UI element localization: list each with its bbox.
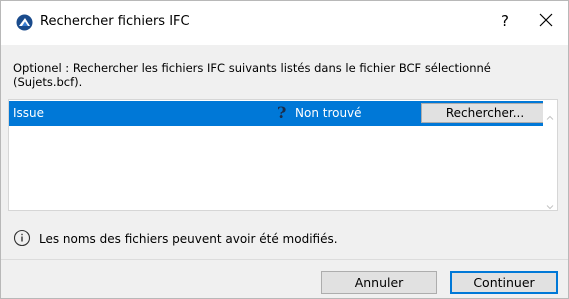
notice-text: Les noms des fichiers peuvent avoir été …	[39, 232, 338, 246]
help-button[interactable]: ?	[501, 12, 509, 30]
close-icon[interactable]	[537, 11, 555, 29]
row-name: Issue	[13, 106, 45, 120]
continue-button[interactable]: Continuer	[450, 271, 558, 294]
chevron-down-icon[interactable]	[546, 196, 554, 210]
title-bar: Rechercher fichiers IFC ?	[1, 1, 568, 45]
window-title: Rechercher fichiers IFC	[40, 14, 190, 29]
cancel-button[interactable]: Annuler	[321, 271, 437, 294]
app-icon	[16, 14, 33, 31]
search-file-button[interactable]: Rechercher...	[421, 103, 549, 123]
vertical-scrollbar[interactable]	[543, 100, 557, 210]
list-row-selected[interactable]: Issue ? Non trouvé Rechercher...	[9, 101, 552, 126]
row-status: Non trouvé	[295, 106, 362, 120]
chevron-up-icon[interactable]	[546, 107, 554, 120]
footer-divider	[1, 259, 568, 260]
dialog-window: Rechercher fichiers IFC ? Optionel : Rec…	[0, 0, 569, 299]
info-message: Optionel : Rechercher les fichiers IFC s…	[13, 61, 491, 89]
info-circle-icon	[13, 229, 31, 247]
question-mark-icon: ?	[277, 103, 287, 122]
ifc-file-list[interactable]: Issue ? Non trouvé Rechercher...	[8, 99, 558, 211]
